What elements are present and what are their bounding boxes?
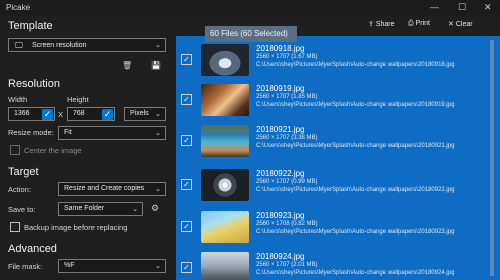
file-row[interactable]: ✓ 20180921.jpg 2560 × 1707 (3.38 MB) C:\…	[176, 121, 500, 161]
save-to-label: Save to:	[8, 205, 36, 214]
file-mask-input[interactable]: %F ⌄	[58, 259, 166, 273]
save-to-value: Same Folder	[64, 205, 105, 212]
delete-icon[interactable]: 🗑	[122, 61, 132, 70]
clear-icon: ✕	[448, 21, 454, 28]
resolution-heading: Resolution	[8, 78, 60, 90]
file-mask-value: %F	[64, 262, 75, 269]
file-checkbox[interactable]: ✓	[181, 135, 192, 146]
file-path: C:\Users\shey\Pictures\MyerSplash\Auto-c…	[256, 143, 455, 149]
unit-dropdown[interactable]: Pixels ⌄	[124, 107, 166, 121]
minimize-icon[interactable]: —	[430, 2, 439, 12]
backup-checkbox[interactable]	[10, 222, 20, 232]
backup-label: Backup image before replacing	[24, 223, 128, 232]
height-lock-checkbox[interactable]: ✓	[102, 109, 113, 120]
width-input[interactable]: 1366 ✓	[8, 107, 55, 121]
share-icon: ⇪	[368, 21, 374, 28]
print-icon: ⎙	[408, 20, 414, 27]
action-label: Action:	[8, 185, 31, 194]
file-row[interactable]: ✓ 20180918.jpg 2560 × 1707 (1.67 MB) C:\…	[176, 40, 500, 80]
template-heading: Template	[8, 20, 53, 32]
resize-mode-dropdown[interactable]: Fit ⌄	[58, 126, 166, 140]
target-heading: Target	[8, 166, 39, 178]
width-value: 1366	[14, 110, 30, 117]
template-value: Screen resolution	[32, 42, 87, 49]
file-path: C:\Users\shey\Pictures\MyerSplash\Auto-c…	[256, 187, 455, 193]
height-input[interactable]: 768 ✓	[67, 107, 115, 121]
file-meta: 2560 × 1707 (2.01 MB)	[256, 262, 318, 268]
file-checkbox[interactable]: ✓	[181, 179, 192, 190]
file-checkbox[interactable]: ✓	[181, 262, 192, 273]
file-name: 20180921.jpg	[256, 125, 305, 134]
width-lock-checkbox[interactable]: ✓	[42, 109, 53, 120]
file-checkbox[interactable]: ✓	[181, 221, 192, 232]
resize-mode-label: Resize mode:	[8, 128, 54, 137]
advanced-heading: Advanced	[8, 243, 57, 255]
file-meta: 2560 × 1708 (0.82 MB)	[256, 221, 318, 227]
file-path: C:\Users\shey\Pictures\MyerSplash\Auto-c…	[256, 102, 455, 108]
file-meta: 2560 × 1707 (0.99 MB)	[256, 179, 318, 185]
thumbnail-image	[201, 211, 249, 243]
file-meta: 2560 × 1707 (1.67 MB)	[256, 54, 318, 60]
share-button[interactable]: ⇪ Share	[368, 20, 395, 28]
unit-value: Pixels	[130, 110, 149, 117]
file-row[interactable]: ✓ 20180919.jpg 2560 × 1707 (1.85 MB) C:\…	[176, 80, 500, 120]
file-meta: 2560 × 1707 (1.85 MB)	[256, 94, 318, 100]
file-checkbox[interactable]: ✓	[181, 94, 192, 105]
print-label: Print	[415, 20, 430, 27]
thumbnail-image	[201, 44, 249, 76]
file-mask-label: File mask:	[8, 262, 43, 271]
file-name: 20180922.jpg	[256, 169, 305, 178]
chevron-down-icon: ⌄	[155, 130, 161, 137]
file-row[interactable]: ✓ 20180924.jpg 2560 × 1707 (2.01 MB) C:\…	[176, 248, 500, 280]
resize-mode-value: Fit	[64, 129, 72, 136]
save-to-dropdown[interactable]: Same Folder ⌄	[58, 202, 143, 216]
file-path: C:\Users\shey\Pictures\MyerSplash\Auto-c…	[256, 229, 455, 235]
action-dropdown[interactable]: Resize and Create copies ⌄	[58, 182, 166, 196]
chevron-down-icon: ⌄	[155, 263, 161, 270]
height-value: 768	[73, 110, 85, 117]
clear-button[interactable]: ✕ Clear	[448, 20, 473, 28]
share-label: Share	[375, 21, 395, 28]
file-name: 20180923.jpg	[256, 211, 305, 220]
app-title: Picake	[6, 3, 31, 12]
x-separator: X	[58, 110, 64, 119]
maximize-icon[interactable]: ☐	[458, 2, 466, 13]
chevron-down-icon: ⌄	[155, 186, 161, 193]
save-icon[interactable]: 💾	[151, 61, 161, 70]
chevron-down-icon: ⌄	[155, 42, 161, 49]
close-window-icon[interactable]: ✕	[484, 2, 492, 13]
width-label: Width	[8, 95, 28, 104]
thumbnail-image	[201, 252, 249, 280]
title-bar: Picake — ☐ ✕	[0, 0, 500, 16]
height-label: Height	[67, 95, 89, 104]
file-name: 20180924.jpg	[256, 252, 305, 261]
file-path: C:\Users\shey\Pictures\MyerSplash\Auto-c…	[256, 62, 455, 68]
chevron-down-icon: ⌄	[155, 111, 161, 118]
action-value: Resize and Create copies	[64, 185, 145, 192]
folder-settings-icon[interactable]: ⚙	[151, 203, 159, 214]
clear-label: Clear	[455, 21, 473, 28]
file-row[interactable]: ✓ 20180923.jpg 2560 × 1708 (0.82 MB) C:\…	[176, 207, 500, 247]
chevron-down-icon: ⌄	[132, 206, 138, 213]
file-path: C:\Users\shey\Pictures\MyerSplash\Auto-c…	[256, 270, 455, 276]
file-checkbox[interactable]: ✓	[181, 54, 192, 65]
center-image-checkbox[interactable]	[10, 145, 20, 155]
print-button[interactable]: ⎙ Print	[408, 20, 430, 28]
file-name: 20180919.jpg	[256, 84, 305, 93]
thumbnail-image	[201, 125, 249, 157]
monitor-icon: 🖵	[15, 41, 23, 50]
file-meta: 2560 × 1707 (3.38 MB)	[256, 135, 318, 141]
file-row[interactable]: ✓ 20180922.jpg 2560 × 1707 (0.99 MB) C:\…	[176, 165, 500, 205]
file-list-scrollbar[interactable]	[490, 40, 494, 276]
center-image-label: Center the image	[24, 146, 82, 155]
thumbnail-image	[201, 84, 249, 116]
file-name: 20180918.jpg	[256, 44, 305, 53]
thumbnail-image	[201, 169, 249, 201]
template-dropdown[interactable]: 🖵 Screen resolution ⌄	[8, 38, 166, 52]
